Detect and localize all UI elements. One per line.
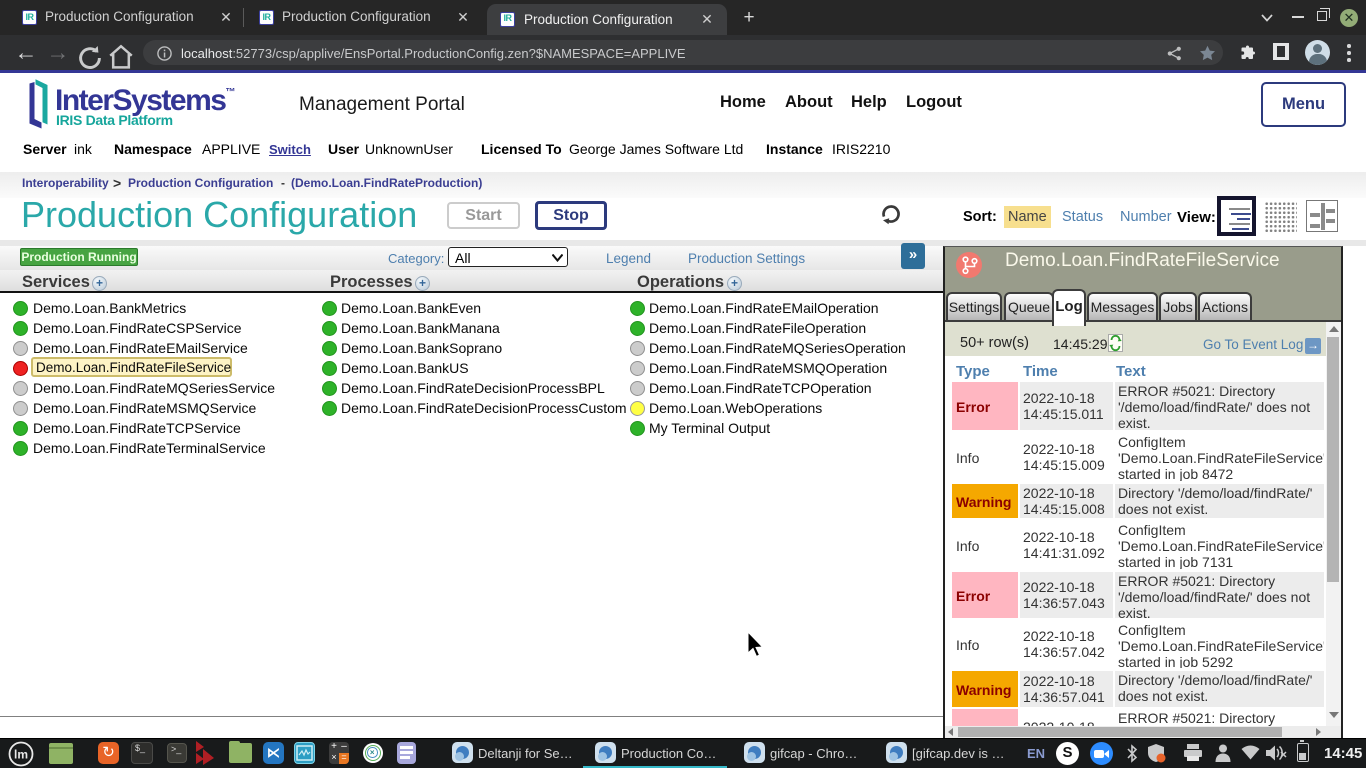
svg-text:lm: lm — [14, 748, 28, 762]
